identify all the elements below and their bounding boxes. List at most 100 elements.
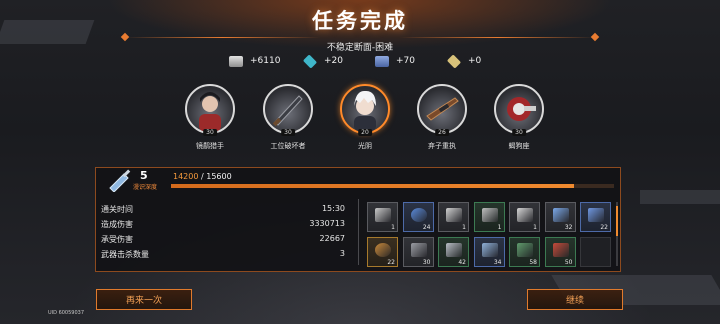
reward-value: +0 bbox=[468, 56, 482, 66]
stat-row: 通关时间 15:30 bbox=[101, 204, 345, 219]
loot-quantity: 30 bbox=[422, 259, 431, 266]
panel-divider bbox=[358, 199, 359, 265]
character-name: 蝎狗座 bbox=[508, 142, 530, 150]
stat-value: 22667 bbox=[319, 234, 345, 243]
stat-label: 武器击杀数量 bbox=[101, 250, 149, 259]
character-avatar-icon bbox=[199, 92, 221, 132]
loot-quantity: 50 bbox=[564, 259, 573, 266]
character-card[interactable]: 20 光阴 bbox=[330, 84, 400, 151]
red-device-icon bbox=[552, 243, 569, 257]
page-title: 任务完成 bbox=[312, 9, 408, 33]
loot-quantity: 1 bbox=[462, 224, 466, 231]
reward-value: +20 bbox=[324, 56, 343, 66]
mission-complete-screen: 任务完成 不稳定断面-困难 +6110 +20 +70 +0 30 镜鹬猎手 3… bbox=[0, 0, 720, 324]
shotgun-icon bbox=[517, 208, 533, 222]
character-level: 30 bbox=[203, 129, 217, 136]
cube-box-icon bbox=[375, 208, 391, 222]
loot-grid: 1 24 1 1 1 32 22 22 30 42 34 58 50 bbox=[367, 202, 611, 268]
armor-scrap-icon bbox=[446, 243, 462, 257]
stat-row: 武器击杀数量 3 bbox=[101, 249, 345, 264]
exp-max: 15600 bbox=[206, 172, 232, 181]
loot-slot[interactable]: 50 bbox=[544, 237, 576, 267]
stat-row: 造成伤害 3330713 bbox=[101, 219, 345, 234]
loot-slot[interactable]: 1 bbox=[509, 202, 540, 232]
character-card[interactable]: 30 镜鹬猎手 bbox=[175, 84, 245, 151]
background-decor bbox=[640, 190, 720, 204]
rank-value: 5 bbox=[140, 169, 148, 182]
character-level: 26 bbox=[435, 129, 449, 136]
character-card[interactable]: 30 工位破坏者 bbox=[253, 84, 323, 151]
stat-label: 造成伤害 bbox=[101, 220, 133, 229]
green-chip-icon bbox=[517, 243, 533, 257]
loot-quantity: 1 bbox=[533, 224, 537, 231]
rank-label: 漫识深度 bbox=[133, 184, 158, 191]
loot-quantity: 42 bbox=[458, 259, 466, 266]
exp-progress-fill bbox=[171, 184, 575, 188]
character-level: 20 bbox=[358, 129, 372, 136]
empty-loot-slot[interactable] bbox=[580, 237, 611, 267]
reward-value: +70 bbox=[396, 56, 415, 66]
mission-name: 不稳定断面-困难 bbox=[326, 43, 394, 53]
character-portrait bbox=[417, 84, 467, 134]
character-card[interactable]: 26 弃子重执 bbox=[407, 84, 477, 151]
loot-quantity: 22 bbox=[600, 224, 608, 231]
loot-quantity: 32 bbox=[564, 224, 573, 231]
loot-slot[interactable]: 30 bbox=[402, 237, 434, 267]
weapon-rifle-icon bbox=[426, 97, 459, 121]
gold-coin-icon bbox=[229, 55, 243, 67]
title-divider-left bbox=[125, 37, 320, 38]
character-level: 30 bbox=[281, 129, 295, 136]
loot-slot[interactable]: 42 bbox=[438, 237, 469, 267]
character-name: 镜鹬猎手 bbox=[196, 142, 224, 150]
loot-slot[interactable]: 34 bbox=[473, 237, 505, 267]
character-avatar-icon bbox=[354, 90, 376, 132]
stat-label: 通关时间 bbox=[101, 205, 133, 214]
reward-item: +0 bbox=[446, 53, 482, 69]
reward-item: +70 bbox=[375, 53, 415, 69]
stat-value: 3 bbox=[339, 249, 345, 258]
character-portrait bbox=[185, 84, 235, 134]
rifle-icon bbox=[446, 208, 462, 222]
exp-progress-bar bbox=[171, 184, 614, 188]
stat-label: 承受伤害 bbox=[101, 235, 133, 244]
exp-current: 14200 bbox=[173, 172, 199, 181]
loot-slot[interactable]: 1 bbox=[367, 202, 398, 232]
scrollbar-thumb[interactable] bbox=[616, 206, 618, 236]
reward-item: +20 bbox=[302, 53, 343, 69]
stats-list: 通关时间 15:30 造成伤害 3330713 承受伤害 22667 武器击杀数… bbox=[101, 204, 345, 264]
reward-row: +6110 +20 +70 +0 bbox=[225, 53, 525, 69]
weapon-blade-icon bbox=[272, 95, 303, 127]
loot-quantity: 1 bbox=[497, 224, 502, 231]
loot-scrollbar[interactable] bbox=[616, 202, 618, 266]
loot-slot[interactable]: 24 bbox=[402, 202, 434, 232]
character-name: 工位破坏者 bbox=[270, 142, 306, 150]
stat-value: 3330713 bbox=[309, 219, 345, 228]
character-card[interactable]: 30 蝎狗座 bbox=[484, 84, 554, 151]
stat-row: 承受伤害 22667 bbox=[101, 234, 345, 249]
metal-plate-icon bbox=[410, 243, 427, 257]
loot-slot[interactable]: 22 bbox=[367, 237, 398, 267]
loot-slot[interactable]: 1 bbox=[473, 202, 505, 232]
loot-quantity: 24 bbox=[422, 224, 431, 231]
rifle-scope-icon bbox=[481, 208, 498, 222]
retry-button[interactable]: 再来一次 bbox=[96, 289, 192, 310]
gold-cube-icon bbox=[446, 53, 462, 69]
loot-slot[interactable]: 32 bbox=[544, 202, 576, 232]
exp-readout: 14200 / 15600 bbox=[173, 172, 232, 181]
exploration-rank: 5 漫识深度 bbox=[98, 168, 167, 192]
loot-slot[interactable]: 58 bbox=[509, 237, 540, 267]
continue-button[interactable]: 继续 bbox=[527, 289, 623, 310]
loot-slot[interactable]: 22 bbox=[580, 202, 611, 232]
blue-gear-icon bbox=[588, 208, 604, 222]
title-divider-right bbox=[400, 37, 595, 38]
team-roster: 30 镜鹬猎手 30 工位破坏者 20 光阴 26 弃子重执 30 蝎狗座 bbox=[0, 84, 720, 154]
blue-syringe-icon bbox=[410, 208, 427, 222]
character-level: 30 bbox=[512, 129, 526, 136]
bronze-ring-icon bbox=[375, 243, 391, 257]
loot-slot[interactable]: 1 bbox=[438, 202, 469, 232]
player-uid: UID 60059037 bbox=[48, 310, 85, 316]
loot-quantity: 58 bbox=[529, 259, 537, 266]
blue-book-icon bbox=[375, 55, 389, 67]
cyan-crystal-icon bbox=[302, 53, 318, 69]
loot-quantity: 34 bbox=[493, 259, 502, 266]
